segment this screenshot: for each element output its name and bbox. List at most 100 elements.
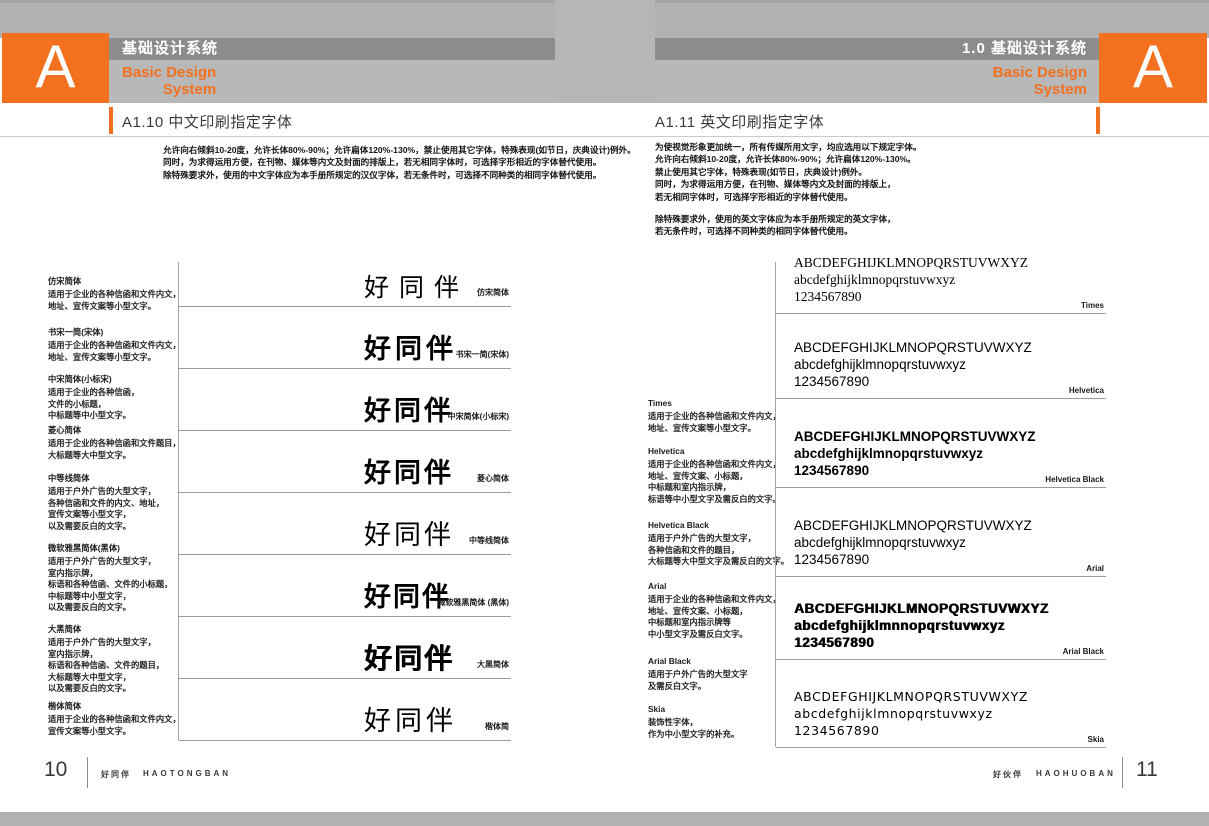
en-specimen-row: ABCDEFGHIJKLMNOPQRSTUVWXYZ abcdefghijklm… bbox=[776, 576, 1106, 660]
left-title-orange-tick bbox=[109, 107, 113, 134]
en-specimen-text: ABCDEFGHIJKLMNOPQRSTUVWXYZ abcdefghijklm… bbox=[794, 517, 1032, 568]
font-group-shusong: 书宋一简(宋体) 适用于企业的各种信函和文件内文， 地址、宣传文案等小型文字。 bbox=[48, 327, 181, 363]
left-header-light-bar: Basic Design System bbox=[109, 60, 555, 103]
cn-specimen-row: 好同伴 中宋简体(小标宋) bbox=[179, 368, 511, 431]
cn-specimen-label: 中等线简体 bbox=[469, 535, 509, 546]
cn-specimen-row: 好同伴 中等线简体 bbox=[179, 492, 511, 555]
cn-specimen-row: 好同伴 微软雅黑简体 (黑体) bbox=[179, 554, 511, 617]
font-desc-line: 适用于企业的各种信函和文件内文， bbox=[48, 714, 181, 725]
font-group-skia: Skia 装饰性字体， 作为中小型文字的补充。 bbox=[648, 704, 739, 740]
en-specimen-label: Skia bbox=[1088, 735, 1104, 744]
cn-specimen-text: 好同伴 bbox=[364, 336, 457, 363]
font-desc-line: 适用于户外广告的大型文字， bbox=[48, 556, 172, 567]
en-specimen-row: ABCDEFGHIJKLMNOPQRSTUVWXYZ abcdefghijklm… bbox=[776, 313, 1106, 399]
font-desc-line: 中标题和室内指示牌， bbox=[648, 482, 781, 493]
cn-specimen-label: 大黑简体 bbox=[477, 659, 509, 670]
font-desc-line: 大标题等大中型文字及需反白的文字。 bbox=[648, 556, 789, 567]
en-specimen-label: Arial bbox=[1086, 564, 1104, 573]
right-footer-brand-cn: 好伙伴 bbox=[993, 769, 1023, 780]
font-name: 微软雅黑简体(黑体) bbox=[48, 543, 172, 554]
font-desc-line: 适用于户外广告的大型文字， bbox=[48, 486, 164, 497]
intro-line: 禁止使用其它字体，特殊表现(如节日，庆典设计)例外。 bbox=[655, 166, 921, 178]
font-desc-line: 中小型文字及需反白文字。 bbox=[648, 629, 781, 640]
en-specimen-row: ABCDEFGHIJKLMNOPQRSTUVWXYZ abcdefghijklm… bbox=[776, 659, 1106, 748]
right-header-en-title: Basic Design System bbox=[993, 64, 1087, 98]
left-footer-divider bbox=[87, 757, 88, 788]
font-name: 中宋简体(小标宋) bbox=[48, 374, 139, 385]
font-group-zhongsong: 中宋简体(小标宋) 适用于企业的各种信函， 文件的小标题， 中标题等中小型文字。 bbox=[48, 374, 139, 422]
font-desc-line: 作为中小型文字的补充。 bbox=[648, 729, 739, 740]
alphabet-upper: ABCDEFGHIJKLMNOPQRSTUVWXYZ bbox=[794, 428, 1036, 445]
font-desc-line: 适用于企业的各种信函和文件内文， bbox=[648, 411, 781, 422]
font-desc-line: 适用于企业的各种信函和文件内文， bbox=[48, 340, 181, 351]
left-header-dark-bar: 基础设计系统 bbox=[109, 38, 555, 60]
font-group-yahei: 微软雅黑简体(黑体) 适用于户外广告的大型文字， 室内指示牌， 标语和各种信函、… bbox=[48, 543, 172, 613]
font-group-arial: Arial 适用于企业的各种信函和文件内文， 地址、宣传文案、小标题， 中标题和… bbox=[648, 581, 781, 640]
en-specimen-text: ABCDEFGHIJKLMNOPQRSTUVWXYZ abcdefghijklm… bbox=[794, 254, 1028, 305]
font-desc-line: 适用于企业的各种信函， bbox=[48, 387, 139, 398]
cn-specimen-row: 好同伴 书宋一简(宋体) bbox=[179, 306, 511, 369]
intro-line: 为使视觉形象更加统一，所有传媒所用文字，均应选用以下规定字体。 bbox=[655, 141, 921, 153]
intro-line: 若无条件时，可选择不同种类的相同字体替代使用。 bbox=[655, 225, 921, 237]
right-page-title: A1.11 英文印刷指定字体 bbox=[655, 111, 824, 132]
en-specimen-text: ABCDEFGHIJKLMNOPQRSTUVWXYZ abcdefghijklm… bbox=[794, 339, 1032, 390]
font-desc-line: 地址、宣传文案等小型文字。 bbox=[648, 423, 781, 434]
en-specimen-text: ABCDEFGHIJKLMNOPQRSTUVWXYZ abcdefghijklm… bbox=[794, 600, 1049, 651]
font-desc-line: 适用于企业的各种信函和文件内文， bbox=[648, 594, 781, 605]
cn-specimen-text: 好同伴 bbox=[364, 276, 469, 301]
en-title-line1: Basic Design bbox=[993, 64, 1087, 81]
alphabet-lower: abcdefghijklmnopqrstuvwxyz bbox=[794, 356, 1032, 373]
left-intro-paragraph: 允许向右倾斜10-20度，允许长体80%-90%；允许扁体120%-130%，禁… bbox=[163, 144, 636, 181]
en-specimen-label: Helvetica Black bbox=[1045, 475, 1104, 484]
font-group-helvetica: Helvetica 适用于企业的各种信函和文件内文， 地址、宣传文案、小标题， … bbox=[648, 446, 781, 505]
font-group-arial-black: Arial Black 适用于户外广告的大型文字 及需反白文字。 bbox=[648, 656, 748, 692]
intro-line: 同时，为求得运用方便，在刊物、媒体等内文及封面的排版上， bbox=[655, 178, 921, 190]
intro-line: 除特殊要求外，使用的中文字体应为本手册所规定的汉仪字体，若无条件时，可选择不同种… bbox=[163, 169, 636, 181]
font-desc-line: 以及需要反白的文字。 bbox=[48, 683, 164, 694]
left-footer-brand-cn: 好同伴 bbox=[101, 769, 131, 780]
cn-specimen-text: 好同伴 bbox=[364, 708, 457, 735]
cn-specimen-label: 仿宋简体 bbox=[477, 287, 509, 298]
left-footer-brand-en: HAOTONGBAN bbox=[143, 769, 231, 778]
font-desc-line: 装饰性字体， bbox=[648, 717, 739, 728]
intro-line: 若无相同字体时，可选择字形相近的字体替代使用。 bbox=[655, 191, 921, 203]
font-name: 楷体简体 bbox=[48, 701, 181, 712]
font-group-dahei: 大黑简体 适用于户外广告的大型文字， 室内指示牌， 标语和各种信函、文件的题目，… bbox=[48, 624, 164, 694]
font-desc-line: 适用于户外广告的大型文字， bbox=[648, 533, 789, 544]
font-desc-line: 各种信函和文件的内文、地址， bbox=[48, 498, 164, 509]
left-header-cn-title: 基础设计系统 bbox=[122, 40, 218, 57]
en-specimen-label: Arial Black bbox=[1063, 647, 1104, 656]
en-title-line2: System bbox=[993, 81, 1087, 98]
en-specimen-label: Times bbox=[1081, 301, 1104, 310]
font-group-helvetica-black: Helvetica Black 适用于户外广告的大型文字， 各种信函和文件的题目… bbox=[648, 520, 789, 568]
bottom-gray-band bbox=[0, 812, 1209, 826]
top-edge-right bbox=[655, 0, 1209, 3]
digits: 1234567890 bbox=[794, 373, 1032, 390]
alphabet-upper: ABCDEFGHIJKLMNOPQRSTUVWXYZ bbox=[794, 339, 1032, 356]
font-desc-line: 各种信函和文件的题目， bbox=[648, 545, 789, 556]
font-desc-line: 适用于户外广告的大型文字 bbox=[648, 669, 748, 680]
font-desc-line: 地址、宣传文案等小型文字。 bbox=[48, 301, 181, 312]
en-specimen-table: ABCDEFGHIJKLMNOPQRSTUVWXYZ abcdefghijklm… bbox=[775, 262, 1106, 747]
font-desc-line: 适用于户外广告的大型文字， bbox=[48, 637, 164, 648]
left-page-title: A1.10 中文印刷指定字体 bbox=[122, 111, 292, 132]
alphabet-upper: ABCDEFGHIJKLMNOPQRSTUVWXYZ bbox=[794, 254, 1028, 271]
digits: 1234567890 bbox=[794, 462, 1036, 479]
alphabet-lower: abcdefghijklmnopqrstuvwxyz bbox=[794, 271, 1028, 288]
font-desc-line: 宣传文案等小型文字。 bbox=[48, 726, 181, 737]
font-desc-line: 标语和各种信函、文件的题目， bbox=[48, 660, 164, 671]
font-desc-line: 中标题和室内指示牌等 bbox=[648, 617, 781, 628]
font-desc-line: 适用于企业的各种信函和文件内文， bbox=[648, 459, 781, 470]
cn-specimen-label: 微软雅黑简体 (黑体) bbox=[437, 597, 509, 608]
intro-line: 允许向右倾斜10-20度，允许长体80%-90%；允许扁体120%-130%，禁… bbox=[163, 144, 636, 156]
left-page-number: 10 bbox=[44, 758, 67, 782]
digits: 1234567890 bbox=[794, 288, 1028, 305]
font-name: Times bbox=[648, 398, 781, 409]
right-page-number: 11 bbox=[1136, 758, 1158, 782]
font-desc-line: 宣传文案等小型文字， bbox=[48, 509, 164, 520]
font-name: 中等线简体 bbox=[48, 473, 164, 484]
alphabet-lower: abcdefghijklmnopqrstuvwxyz bbox=[794, 705, 1028, 722]
section-letter: A bbox=[1133, 33, 1173, 100]
digits: 1234567890 bbox=[794, 551, 1032, 568]
font-name: 书宋一简(宋体) bbox=[48, 327, 181, 338]
